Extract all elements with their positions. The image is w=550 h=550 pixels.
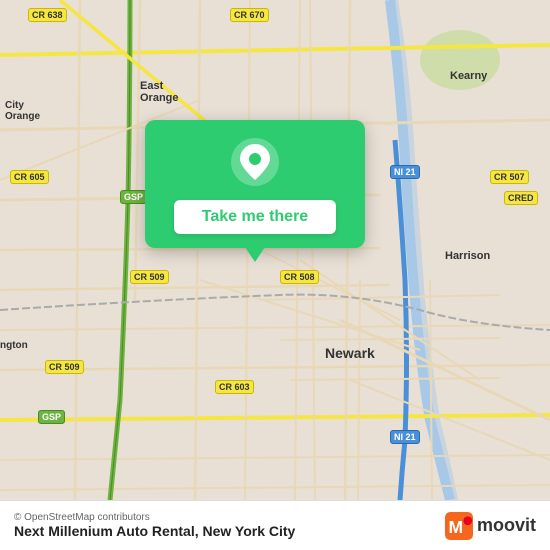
- location-name: Next Millenium Auto Rental, New York Cit…: [14, 523, 295, 539]
- bottom-bar-left: © OpenStreetMap contributors Next Millen…: [14, 512, 295, 539]
- map-container: CR 638 CR 670 CR 605 CR 507 CR 509 CR 50…: [0, 0, 550, 500]
- road-badge-cr603: CR 603: [215, 380, 254, 394]
- moovit-text: moovit: [477, 515, 536, 536]
- bottom-bar: © OpenStreetMap contributors Next Millen…: [0, 500, 550, 550]
- road-badge-cr507: CR 507: [490, 170, 529, 184]
- road-badge-ni21b: NI 21: [390, 430, 420, 444]
- take-me-there-button[interactable]: Take me there: [174, 200, 336, 234]
- road-badge-cr509b: CR 509: [45, 360, 84, 374]
- map-svg: [0, 0, 550, 500]
- road-badge-gsp1: GSP: [120, 190, 147, 204]
- road-badge-cr509a: CR 509: [130, 270, 169, 284]
- road-badge-ni21a: NI 21: [390, 165, 420, 179]
- location-pin-icon: [240, 144, 270, 180]
- road-badge-gsp2: GSP: [38, 410, 65, 424]
- road-badge-cr670: CR 670: [230, 8, 269, 22]
- road-badge-cr605: CR 605: [10, 170, 49, 184]
- svg-text:M: M: [448, 517, 463, 537]
- popup-card: Take me there: [145, 120, 365, 248]
- moovit-logo: M moovit: [445, 512, 536, 540]
- osm-attribution: © OpenStreetMap contributors: [14, 512, 295, 523]
- road-badge-cred: CRED: [504, 191, 538, 205]
- location-pin-icon-wrapper: [231, 138, 279, 186]
- road-badge-cr638: CR 638: [28, 8, 67, 22]
- road-badge-cr508: CR 508: [280, 270, 319, 284]
- moovit-icon-svg: M: [445, 512, 473, 540]
